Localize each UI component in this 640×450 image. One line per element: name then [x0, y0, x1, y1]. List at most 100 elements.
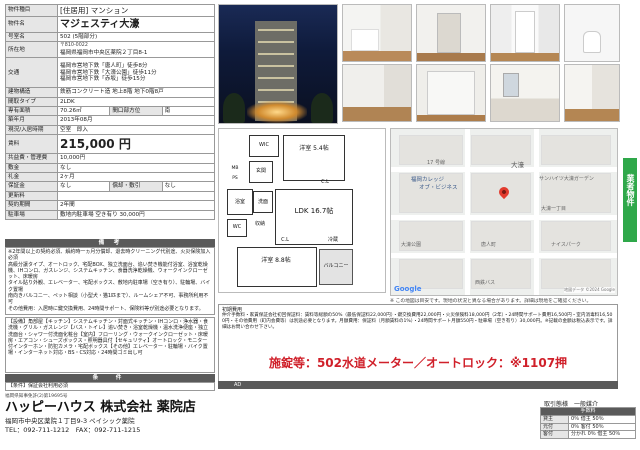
company-contact: 福岡市中央区薬院１丁目9-3 ペイシック薬院 TEL：092-711-1212 …	[5, 417, 140, 434]
map-note: ※ この地図は目安です。現地の状況と異なる場合があります。詳細は現地をご確認くだ…	[390, 299, 592, 304]
room-label: 号室名	[5, 31, 58, 43]
remark-line: 高級分譲タイプ、オートロック、宅配BOX、独立洗面台、追い焚き機能付浴室、浴室乾…	[8, 261, 208, 281]
property-name: マジェスティ大濠	[57, 16, 215, 33]
western-room-2	[237, 247, 317, 287]
structure-label: 建物構造	[5, 87, 58, 98]
closet-label-2: C.L	[281, 237, 289, 243]
toilet-photo	[564, 4, 620, 62]
key-money-value: 2ヶ月	[57, 172, 215, 183]
ad-bar: AD	[218, 381, 618, 389]
built-label: 築年月	[5, 115, 58, 126]
conditions-heading: 条 件	[5, 374, 215, 382]
broker-row-value: 分かれ 0％ 借主 50％	[568, 430, 636, 440]
map-label-college-2: オブ・ビジネス	[419, 185, 458, 191]
address-cell: 〒810-0022 福岡県福岡市中央区薬院２丁目8-1	[57, 41, 215, 59]
remark-line: ※2年間以上の契約必須、解約時一ヵ月分償却、退去時クリーニング代別途、火災保険加…	[8, 249, 211, 262]
building-exterior-photo	[218, 4, 338, 124]
area-value: 70.26㎡	[56, 106, 111, 117]
storage-label: 収納	[254, 221, 265, 227]
transport-line: 福岡市営地下鉄「赤坂」徒歩15分	[60, 75, 146, 82]
conditions-box: 【条件】保証会社利用必須	[5, 382, 215, 391]
living-photo	[564, 64, 620, 122]
floorplan: 洋室 5.4帖 LDK 16.7帖 洋室 8.8帖 WIC 玄関 浴室 洗面 W…	[218, 128, 386, 293]
contract-value: 2年間	[57, 200, 215, 211]
equipment-box: 【設備】角部屋【キッチン】システムキッチン・対面式キッチン・IHコンロ・浄水器・…	[5, 317, 215, 373]
western-room-1-label: 洋室 5.4帖	[299, 145, 329, 152]
company-name: ハッピーハウス 株式会社 薬院店	[5, 400, 196, 415]
status-label: 現況/入居時期	[5, 124, 58, 136]
transport-cell: 福岡市営地下鉄「唐人町」徒歩8分 福岡市営地下鉄「大濠公園」徒歩11分 福岡市営…	[57, 57, 215, 89]
entrance-label: 玄関	[255, 168, 266, 174]
closet-photo	[416, 64, 486, 122]
remarks-heading: 備 考	[5, 239, 215, 247]
broker-fee-table: 手数料 貸主 0％ 借主 50％ 元付 0％ 客付 50％ 客付 分かれ 0％ …	[540, 407, 636, 440]
western-room-2-label: 洋室 8.8帖	[261, 257, 291, 264]
built-value: 2013年08月	[57, 115, 215, 126]
map-label-parking: ナイスパーク	[551, 242, 581, 248]
tree-left	[223, 93, 245, 123]
renewal-value	[57, 190, 215, 202]
layout-value: 2LDK	[57, 96, 215, 108]
name-label: 物件名	[5, 16, 58, 33]
address-label: 所在地	[5, 41, 58, 59]
direction-label: 間口部方位	[109, 106, 163, 117]
room-value: 502 (5階部分)	[57, 31, 215, 43]
common-fee-value: 10,000円	[57, 153, 215, 164]
license-note: 福岡県知事免許(2)第19695号	[5, 394, 68, 399]
map-label-bus: 西鉄バス	[475, 280, 496, 286]
address-value: 福岡県福岡市中央区薬院２丁目8-1	[60, 49, 148, 56]
common-fee-label: 共益費・管理費	[5, 153, 58, 164]
washroom-label: 洗面	[257, 199, 268, 205]
layout-label: 間取タイプ	[5, 96, 58, 108]
broker-row-label: 元付	[540, 422, 569, 432]
bathroom-photo	[490, 64, 560, 122]
map-label-tojinmachi: 唐人町	[481, 242, 497, 248]
map-label-ohori: 大濠	[511, 161, 524, 169]
rent-label: 賃料	[5, 134, 58, 155]
remark-line: タイル貼り外観、エレベーター、宅配ボックス、敷地内駐車場（空き有り）、駐輪場、バ…	[8, 280, 211, 293]
location-map[interactable]: 大濠 17 号線 福岡カレッジ オブ・ビジネス サンハイツ大濠ガーデン 大濠一丁…	[390, 128, 618, 296]
bedroom-photo	[342, 64, 412, 122]
transport-label: 交通	[5, 57, 58, 89]
toilet-label: WC	[232, 224, 242, 230]
status-value: 空室 即入	[57, 124, 215, 136]
closet-label-1: C.L	[321, 179, 329, 185]
type-label: 物件種目	[5, 4, 58, 17]
parking-label: 駐車場	[5, 209, 58, 221]
direction-value: 南	[161, 106, 216, 117]
company-phone: TEL：092-711-1212 FAX：092-711-1215	[5, 425, 141, 434]
fees-body: 仲介手数料・家賃保証会社初回保証料：賃料等総額の50%（最低保証料22,000円…	[222, 313, 613, 330]
kitchen-photo	[416, 4, 486, 62]
broker-row-value: 0％ 借主 50％	[568, 414, 636, 424]
broker-head: 手数料	[540, 407, 636, 416]
map-label-college: 福岡カレッジ	[411, 177, 445, 183]
parking-value: 敷地内駐車場 空き有り 30,000円	[57, 209, 215, 221]
remarks-box: ※2年間以上の契約必須、解約時一ヵ月分償却、退去時クリーニング代別途、火災保険加…	[5, 247, 215, 315]
wic-label: WIC	[259, 142, 269, 148]
area-label: 専有面積	[5, 106, 58, 117]
hallway-photo	[490, 4, 560, 62]
amortize-value: なし	[161, 181, 216, 192]
guarantee-label: 保証金	[5, 181, 58, 192]
remark-line: その他費用：入居時に鍵交換費用、24時間サポート、保険料等が別途必要となります。	[8, 305, 204, 312]
company-address: 福岡市中央区薬院１丁目9-3 ペイシック薬院	[5, 417, 135, 425]
map-attribution: 地図データ ©2024 Google	[564, 287, 615, 293]
map-label-sunheights: サンハイツ大濠ガーデン	[539, 176, 594, 182]
ldk-label: LDK 16.7帖	[294, 207, 334, 215]
renewal-label: 更新料	[5, 190, 58, 202]
fees-block: 初期費用 仲介手数料・家賃保証会社初回保証料：賃料等総額の50%（最低保証料22…	[218, 304, 618, 386]
deposit-label: 敷金	[5, 162, 58, 174]
bathroom-label: 浴室	[234, 199, 245, 205]
interior-photo-1	[342, 4, 412, 62]
google-logo: Google	[394, 285, 422, 293]
map-label-park: 大濠公園	[401, 242, 422, 248]
key-money-label: 礼金	[5, 172, 58, 183]
map-label-ohori-1: 大濠一丁目	[541, 206, 567, 212]
broker-row-label: 貸主	[540, 414, 569, 424]
deposit-value: なし	[57, 162, 215, 174]
key-info-headline: 施錠等：502水道メーター／オートロック：※1107押	[268, 356, 568, 370]
type-value: [住居用] マンション	[57, 4, 215, 17]
broker-row-value: 0％ 客付 50％	[568, 422, 636, 432]
side-tab[interactable]: 業者物件	[623, 158, 637, 242]
side-tab-label: 業者物件	[626, 174, 635, 206]
